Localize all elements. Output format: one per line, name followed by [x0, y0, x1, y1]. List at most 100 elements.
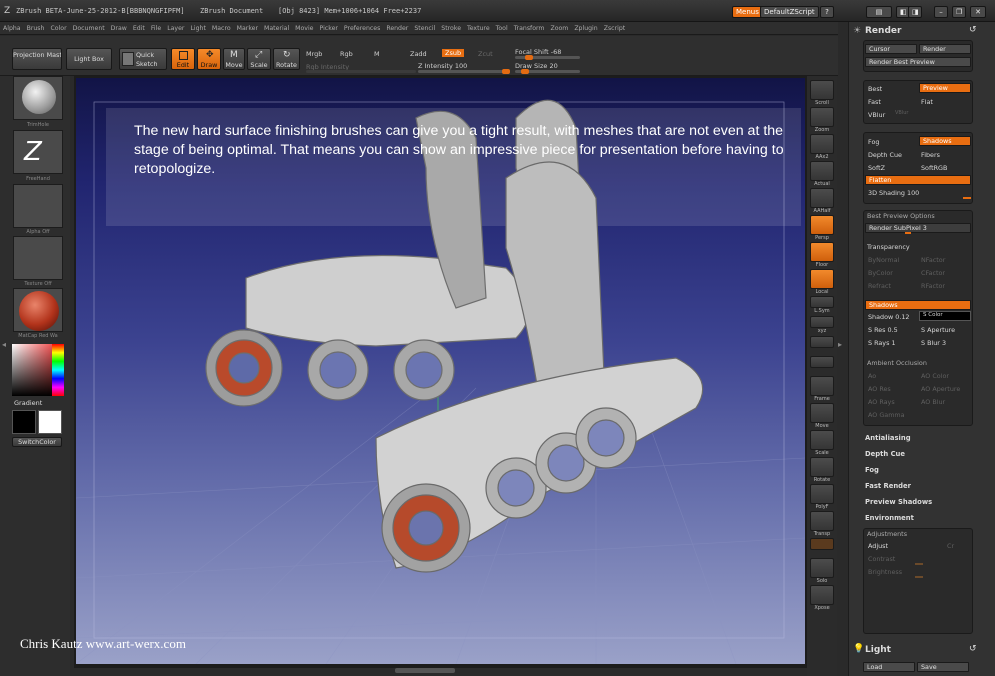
- menus-toggle-button[interactable]: Menus: [732, 6, 763, 18]
- fog-section[interactable]: Fog: [865, 466, 879, 474]
- softrgb-toggle[interactable]: SoftRGB: [921, 164, 947, 172]
- menu-zscript[interactable]: Zscript: [601, 22, 628, 32]
- brush-thumbnail[interactable]: [13, 76, 63, 120]
- minimize-icon[interactable]: –: [934, 6, 948, 18]
- menu-edit[interactable]: Edit: [130, 22, 148, 32]
- s-blur-slider[interactable]: S Blur 3: [921, 339, 946, 347]
- softz-toggle[interactable]: SoftZ: [868, 164, 885, 172]
- left-divider-handle[interactable]: ◂: [2, 340, 8, 352]
- focal-shift-track[interactable]: [515, 55, 580, 60]
- render-button[interactable]: Render: [919, 44, 971, 54]
- right-divider-handle[interactable]: ▸: [838, 340, 844, 352]
- cfactor-slider[interactable]: CFactor: [921, 269, 945, 277]
- load-button[interactable]: Load: [863, 662, 915, 672]
- default-zscript-button[interactable]: DefaultZScript: [760, 6, 819, 18]
- s-aperture-slider[interactable]: S Aperture: [921, 326, 955, 334]
- cursor-button[interactable]: Cursor: [865, 44, 917, 54]
- menu-zplugin[interactable]: Zplugin: [571, 22, 600, 32]
- shelf-transp-button[interactable]: [810, 511, 834, 531]
- projection-master-button[interactable]: Projection Master: [12, 48, 62, 70]
- menu-zoom[interactable]: Zoom: [547, 22, 571, 32]
- shelf-rotate-button[interactable]: [810, 457, 834, 477]
- menu-texture[interactable]: Texture: [464, 22, 493, 32]
- ao-blur-slider[interactable]: AO Blur: [921, 398, 945, 406]
- shadow-slider[interactable]: Shadow 0.12: [868, 313, 909, 321]
- flat-mode[interactable]: Flat: [921, 98, 933, 106]
- ao-res-slider[interactable]: AO Res: [868, 385, 891, 393]
- s-rays-slider[interactable]: S Rays 1: [868, 339, 896, 347]
- shelf-slot18-button[interactable]: [810, 538, 834, 550]
- hue-strip[interactable]: [52, 344, 64, 396]
- mrgb-toggle[interactable]: Mrgb: [306, 50, 322, 58]
- m-toggle[interactable]: M: [374, 50, 380, 58]
- best-preview-options-header[interactable]: Best Preview Options: [867, 212, 935, 220]
- cr-button[interactable]: Cr: [947, 542, 954, 550]
- rgb-intensity-track[interactable]: [306, 70, 416, 73]
- rotate-button[interactable]: ↻ Rotate: [273, 48, 300, 70]
- antialiasing-section[interactable]: Antialiasing: [865, 434, 911, 442]
- menu-marker[interactable]: Marker: [234, 22, 261, 32]
- zcut-toggle[interactable]: Zcut: [478, 50, 493, 58]
- close-icon[interactable]: ✕: [970, 6, 986, 18]
- layout-icon[interactable]: ▤: [866, 6, 892, 18]
- draw-button[interactable]: ✥ Draw: [197, 48, 221, 70]
- menu-movie[interactable]: Movie: [292, 22, 316, 32]
- shelf-polyf-button[interactable]: [810, 484, 834, 504]
- rgb-toggle[interactable]: Rgb: [340, 50, 353, 58]
- bycolor-toggle[interactable]: ByColor: [868, 269, 893, 277]
- ao-toggle[interactable]: Ao: [868, 372, 876, 380]
- vblur-value[interactable]: VBlur: [895, 110, 908, 116]
- bottom-divider-handle[interactable]: [395, 668, 455, 673]
- render-subpixel-slider[interactable]: Render SubPixel 3: [865, 223, 971, 233]
- menu-brush[interactable]: Brush: [24, 22, 48, 32]
- light-box-button[interactable]: Light Box: [66, 48, 112, 70]
- menu-transform[interactable]: Transform: [511, 22, 548, 32]
- shelf-scale-button[interactable]: [810, 430, 834, 450]
- contrast-slider[interactable]: Contrast: [868, 555, 895, 563]
- menu-color[interactable]: Color: [47, 22, 69, 32]
- nfactor-slider[interactable]: NFactor: [921, 256, 945, 264]
- menu-tool[interactable]: Tool: [493, 22, 511, 32]
- adjustments-header[interactable]: Adjustments: [867, 530, 907, 538]
- shelf-lsym-button[interactable]: [810, 296, 834, 308]
- s-res-slider[interactable]: S Res 0.5: [868, 326, 898, 334]
- shadows-header[interactable]: Shadows: [865, 300, 971, 310]
- flatten-button[interactable]: Flatten: [865, 175, 971, 185]
- render-palette-title[interactable]: Render: [865, 26, 901, 36]
- shelf-persp-button[interactable]: [810, 215, 834, 235]
- main-color-swatch[interactable]: [38, 410, 62, 434]
- focal-shift-slider[interactable]: Focal Shift -68: [515, 48, 561, 56]
- material-thumbnail[interactable]: [13, 288, 63, 332]
- shelf-xpose-button[interactable]: [810, 585, 834, 605]
- environment-section[interactable]: Environment: [865, 514, 914, 522]
- refract-toggle[interactable]: Refract: [868, 282, 891, 290]
- edit-button[interactable]: Edit: [171, 48, 195, 70]
- ao-aperture-slider[interactable]: AO Aperture: [921, 385, 960, 393]
- shelf-scroll-button[interactable]: [810, 80, 834, 100]
- z-intensity-slider[interactable]: Z Intensity 100: [418, 62, 467, 70]
- shelf-local-button[interactable]: [810, 269, 834, 289]
- shelf-move-button[interactable]: [810, 403, 834, 423]
- shadows-toggle-button[interactable]: Shadows: [919, 136, 971, 146]
- secondary-color-swatch[interactable]: [12, 410, 36, 434]
- gradient-toggle[interactable]: Gradient: [14, 399, 42, 407]
- ambient-occlusion-header[interactable]: Ambient Occlusion: [867, 359, 927, 367]
- menu-document[interactable]: Document: [70, 22, 108, 32]
- brightness-track[interactable]: [915, 576, 923, 578]
- bynormal-toggle[interactable]: ByNormal: [868, 256, 899, 264]
- transparency-header[interactable]: Transparency: [867, 243, 910, 251]
- z-intensity-track[interactable]: [418, 69, 510, 74]
- adjust-toggle[interactable]: Adjust: [868, 542, 888, 550]
- quick-sketch-button[interactable]: Quick Sketch: [119, 48, 167, 70]
- shelf-xyz-button[interactable]: [810, 316, 834, 328]
- menu-layer[interactable]: Layer: [164, 22, 187, 32]
- shelf-solo-button[interactable]: [810, 558, 834, 578]
- menu-render[interactable]: Render: [383, 22, 411, 32]
- shelf-slot10-button[interactable]: [810, 336, 834, 348]
- zadd-toggle[interactable]: Zadd: [410, 50, 427, 58]
- light-palette-title[interactable]: Light: [865, 645, 891, 655]
- brightness-slider[interactable]: Brightness: [868, 568, 902, 576]
- shelf-aahalf-button[interactable]: [810, 188, 834, 208]
- zsub-toggle[interactable]: Zsub: [442, 49, 465, 57]
- shelf-aax2-button[interactable]: [810, 134, 834, 154]
